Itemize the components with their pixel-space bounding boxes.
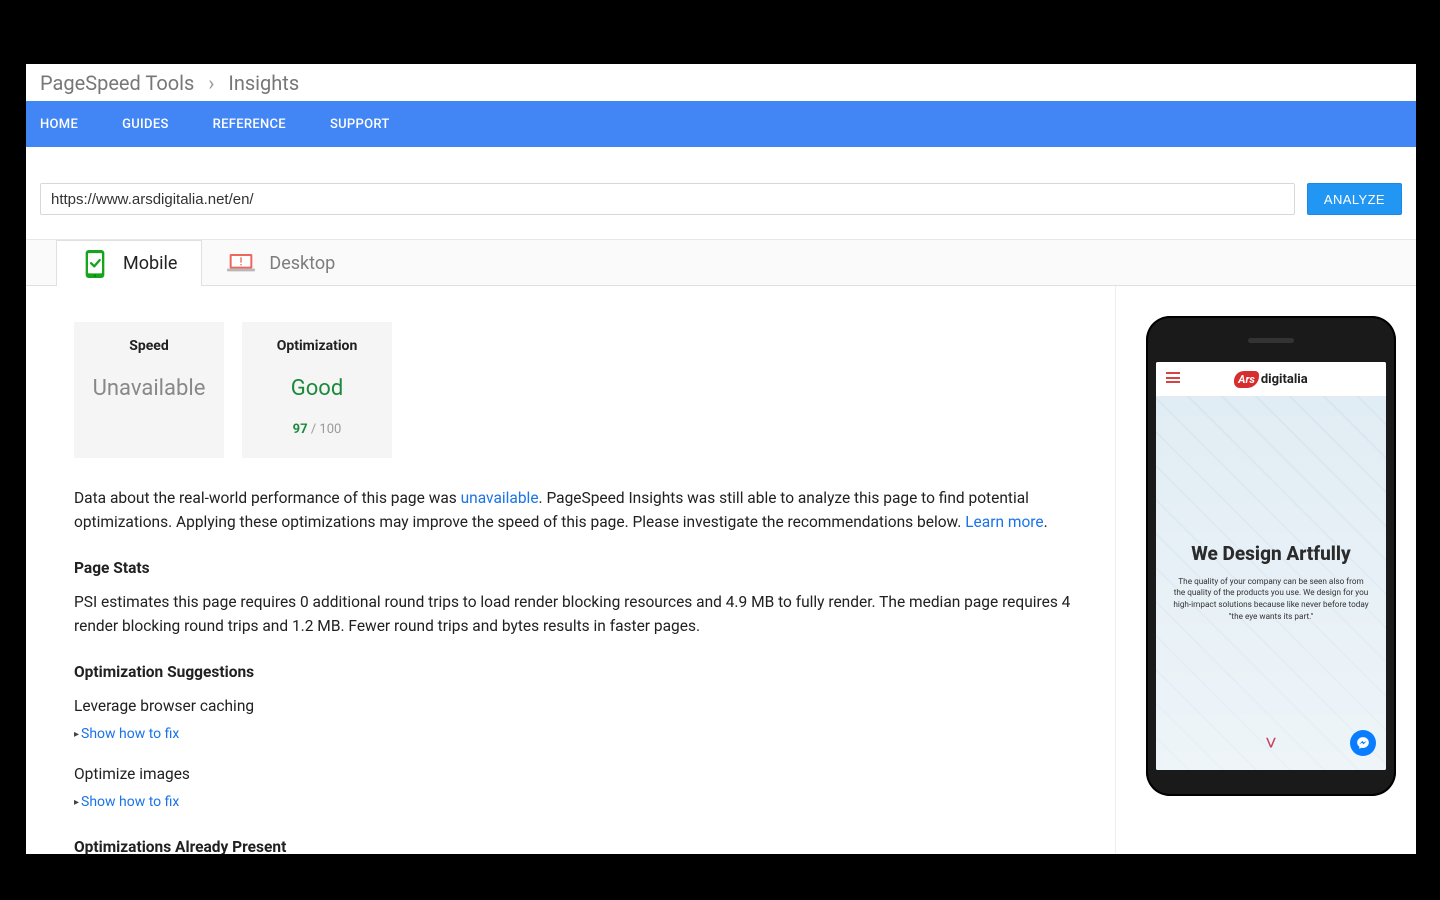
phone-speaker-icon (1248, 338, 1294, 343)
optimization-score-outof: / 100 (308, 422, 342, 437)
suggestions-heading: Optimization Suggestions (74, 660, 1097, 684)
desktop-warn-icon (227, 250, 255, 278)
site-header: Arsdigitalia (1156, 362, 1386, 396)
optimization-card-title: Optimization (242, 336, 392, 358)
optimization-card: Optimization Good 97 / 100 (242, 322, 392, 458)
summary-part-c: . (1044, 513, 1048, 531)
summary-text: Data about the real-world performance of… (74, 486, 1097, 534)
suggestion-caching: Leverage browser caching (74, 694, 1097, 718)
device-tabs: Mobile Desktop (26, 240, 1416, 286)
tab-desktop-label: Desktop (269, 253, 335, 274)
tab-mobile[interactable]: Mobile (56, 240, 202, 286)
app-window: PageSpeed Tools › Insights HOME GUIDES R… (26, 64, 1416, 854)
tab-desktop[interactable]: Desktop (202, 240, 360, 286)
hero-headline: We Design Artfully (1191, 542, 1351, 567)
unavailable-link[interactable]: unavailable (461, 489, 539, 507)
url-bar: ANALYZE (26, 147, 1416, 240)
already-present-heading: Optimizations Already Present (74, 835, 1097, 854)
logo-prefix: Ars (1234, 371, 1259, 388)
nav-reference[interactable]: REFERENCE (213, 117, 286, 132)
phone-frame: Arsdigitalia We Design Artfully The qual… (1146, 316, 1396, 796)
page-stats-heading: Page Stats (74, 556, 1097, 580)
show-fix-images[interactable]: ▸ Show how to fix (74, 792, 1097, 814)
nav-home[interactable]: HOME (40, 117, 78, 132)
summary-part-a: Data about the real-world performance of… (74, 489, 461, 507)
site-logo: Arsdigitalia (1234, 371, 1307, 388)
triangle-right-icon: ▸ (74, 795, 79, 811)
messenger-fab (1350, 730, 1376, 756)
breadcrumb-leaf[interactable]: Insights (228, 71, 299, 95)
preview-pane: Arsdigitalia We Design Artfully The qual… (1116, 286, 1416, 854)
tab-mobile-label: Mobile (123, 253, 177, 274)
hamburger-icon (1166, 372, 1180, 383)
logo-suffix: digitalia (1261, 372, 1308, 387)
nav-support[interactable]: SUPPORT (330, 117, 390, 132)
nav-guides[interactable]: GUIDES (122, 117, 169, 132)
show-fix-caching[interactable]: ▸ Show how to fix (74, 724, 1097, 746)
optimization-score: 97 / 100 (242, 420, 392, 440)
learn-more-link[interactable]: Learn more (965, 513, 1043, 531)
mobile-check-icon (81, 250, 109, 278)
breadcrumb: PageSpeed Tools › Insights (26, 64, 1416, 101)
url-input[interactable] (40, 183, 1295, 215)
show-fix-caching-link[interactable]: Show how to fix (81, 724, 179, 746)
speed-card-title: Speed (74, 336, 224, 358)
breadcrumb-root[interactable]: PageSpeed Tools (40, 71, 194, 95)
page-stats-body: PSI estimates this page requires 0 addit… (74, 590, 1097, 638)
optimization-card-value: Good (242, 372, 392, 406)
chevron-right-icon: › (208, 71, 214, 95)
analyze-button[interactable]: ANALYZE (1307, 183, 1402, 215)
results-main: Speed Unavailable Optimization Good 97 /… (26, 286, 1116, 854)
speed-card-value: Unavailable (74, 372, 224, 406)
chevron-down-icon: ˅ (1265, 731, 1277, 756)
optimization-score-num: 97 (293, 422, 308, 437)
suggestion-images: Optimize images (74, 762, 1097, 786)
triangle-right-icon: ▸ (74, 727, 79, 743)
phone-screen: Arsdigitalia We Design Artfully The qual… (1156, 362, 1386, 770)
hero-section: We Design Artfully The quality of your c… (1156, 396, 1386, 770)
show-fix-images-link[interactable]: Show how to fix (81, 792, 179, 814)
speed-card: Speed Unavailable (74, 322, 224, 458)
top-nav: HOME GUIDES REFERENCE SUPPORT (26, 101, 1416, 147)
hero-sub: The quality of your company can be seen … (1172, 577, 1370, 625)
